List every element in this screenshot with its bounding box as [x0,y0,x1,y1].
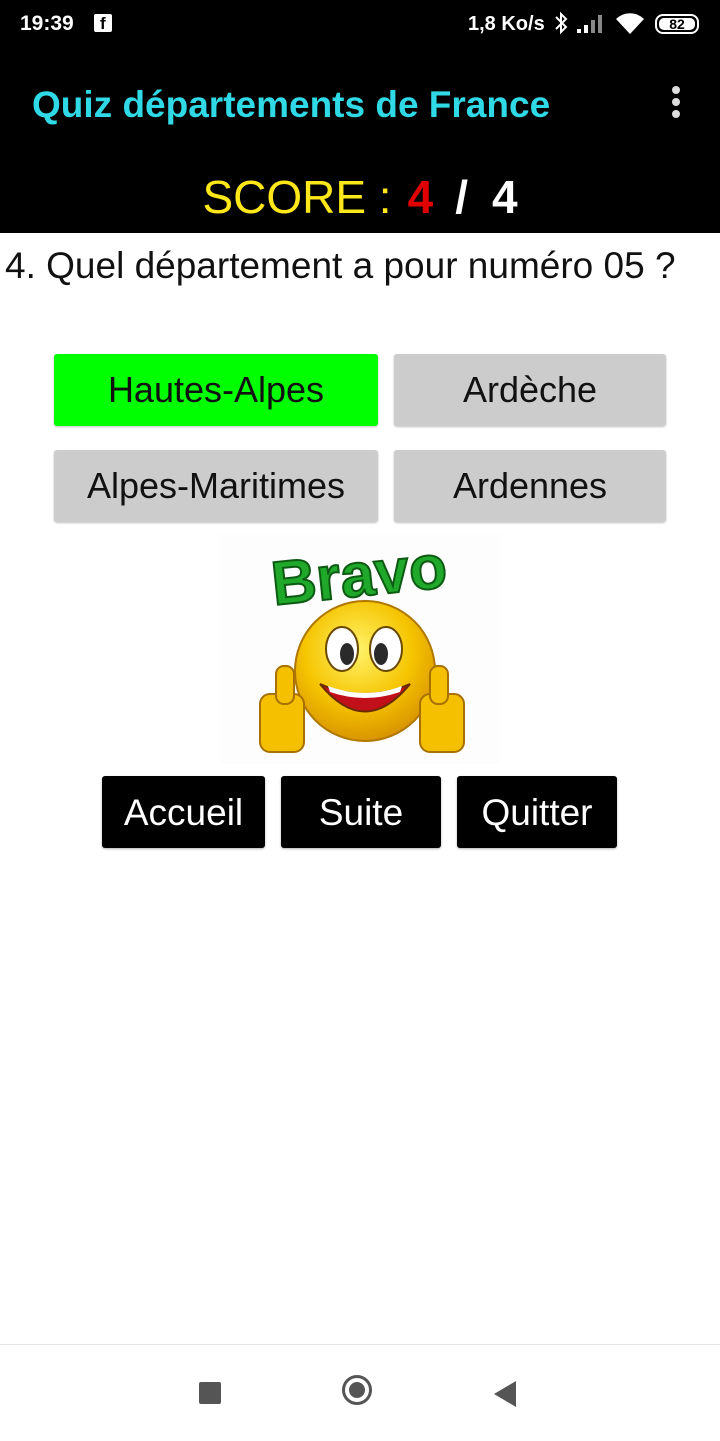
recents-square-icon[interactable] [199,1382,221,1404]
smiley-face [294,600,436,742]
home-button[interactable]: Accueil [102,776,265,848]
battery-level-text: 82 [669,16,685,32]
quit-button[interactable]: Quitter [457,776,617,848]
question-text: 4. Quel département a pour numéro 05 ? [5,245,676,286]
answer-button-1[interactable]: Hautes-Alpes [54,354,378,426]
score-label: SCORE : [202,171,392,223]
battery-icon: 82 [655,14,699,34]
status-time: 19:39 [20,12,74,35]
answer-button-2[interactable]: Ardèche [394,354,666,426]
score-value: 4 [407,171,434,223]
home-circle-icon[interactable] [342,1375,372,1405]
bluetooth-icon [555,11,568,35]
signal-icon [577,15,602,33]
wifi-icon [616,13,644,35]
answer-button-4[interactable]: Ardennes [394,450,666,522]
score-total: 4 [491,171,518,223]
app-bar: Quiz départements de France SCORE : 4 / 4 [0,50,720,233]
status-bar: 19:39 f 1,8 Ko/s 82 [0,0,720,50]
system-nav-bar [0,1344,720,1441]
score-separator: / [455,171,468,223]
answer-button-3[interactable]: Alpes-Maritimes [54,450,378,522]
app-title: Quiz départements de France [32,84,551,125]
facebook-icon: f [94,14,112,33]
network-speed: 1,8 Ko/s [468,13,545,35]
bravo-image: Bravo [220,534,500,764]
back-triangle-icon[interactable] [494,1381,516,1407]
score-row: SCORE : 4 / 4 [0,170,720,224]
next-button[interactable]: Suite [281,776,441,848]
more-vert-icon[interactable] [664,86,688,122]
